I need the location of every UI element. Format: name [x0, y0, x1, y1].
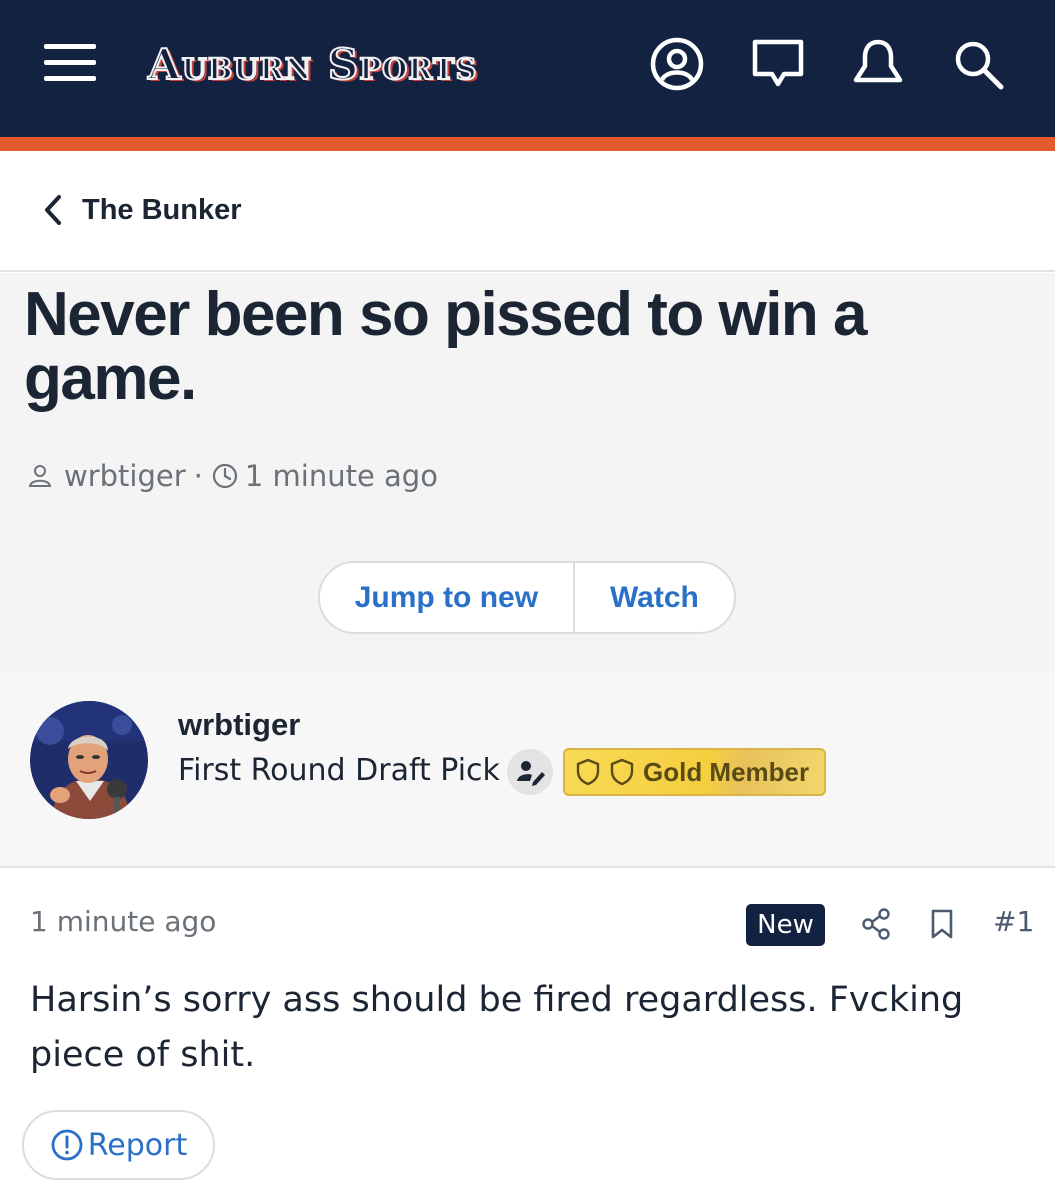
jump-to-new-button[interactable]: Jump to new	[320, 563, 575, 632]
bell-icon[interactable]	[850, 36, 906, 92]
user-account-icon[interactable]	[649, 36, 705, 92]
header-accent-stripe	[0, 137, 1055, 151]
thread-author-link[interactable]: wrbtiger	[64, 459, 186, 493]
thread-time: 1 minute ago	[244, 459, 438, 493]
thread-meta: wrbtiger · 1 minute ago	[26, 459, 438, 493]
meta-separator: ·	[193, 459, 203, 493]
post-author-block: wrbtiger First Round Draft Pick Gold Mem…	[0, 671, 1055, 868]
gold-member-badge: Gold Member	[563, 748, 826, 796]
thread-title: Never been so pissed to win a game.	[24, 280, 868, 413]
share-icon[interactable]	[856, 904, 896, 944]
watch-button[interactable]: Watch	[575, 563, 734, 632]
post-body: Harsin’s sorry ass should be fired regar…	[30, 980, 964, 1075]
breadcrumb-back-link[interactable]: The Bunker	[40, 193, 242, 227]
author-name[interactable]: wrbtiger	[178, 707, 300, 743]
avatar[interactable]	[30, 701, 148, 819]
site-logo[interactable]: Auburn Sports	[147, 39, 477, 90]
shield-icon	[576, 758, 600, 786]
thread-header: Never been so pissed to win a game. wrbt…	[0, 273, 1055, 671]
user-edit-icon	[507, 749, 553, 795]
report-button[interactable]: Report	[22, 1110, 215, 1180]
post-time[interactable]: 1 minute ago	[30, 905, 216, 938]
breadcrumb-label: The Bunker	[82, 193, 242, 226]
clock-icon	[212, 463, 237, 489]
shield-icon	[610, 758, 634, 786]
chevron-left-icon	[45, 195, 61, 225]
thread-actions: Jump to new Watch	[318, 561, 736, 634]
report-label: Report	[87, 1127, 188, 1163]
search-icon[interactable]	[950, 36, 1006, 92]
breadcrumb: The Bunker	[0, 151, 1055, 272]
new-badge: New	[746, 904, 825, 946]
menu-icon[interactable]	[44, 44, 96, 82]
chat-icon[interactable]	[750, 36, 806, 92]
post-number-link[interactable]: #1	[993, 905, 1034, 938]
bookmark-icon[interactable]	[922, 904, 962, 944]
top-header: Auburn Sports	[0, 0, 1055, 137]
author-rank: First Round Draft Pick	[178, 753, 500, 788]
alert-circle-icon	[51, 1129, 83, 1161]
user-icon	[28, 465, 52, 487]
badge-label: Gold Member	[643, 756, 810, 787]
